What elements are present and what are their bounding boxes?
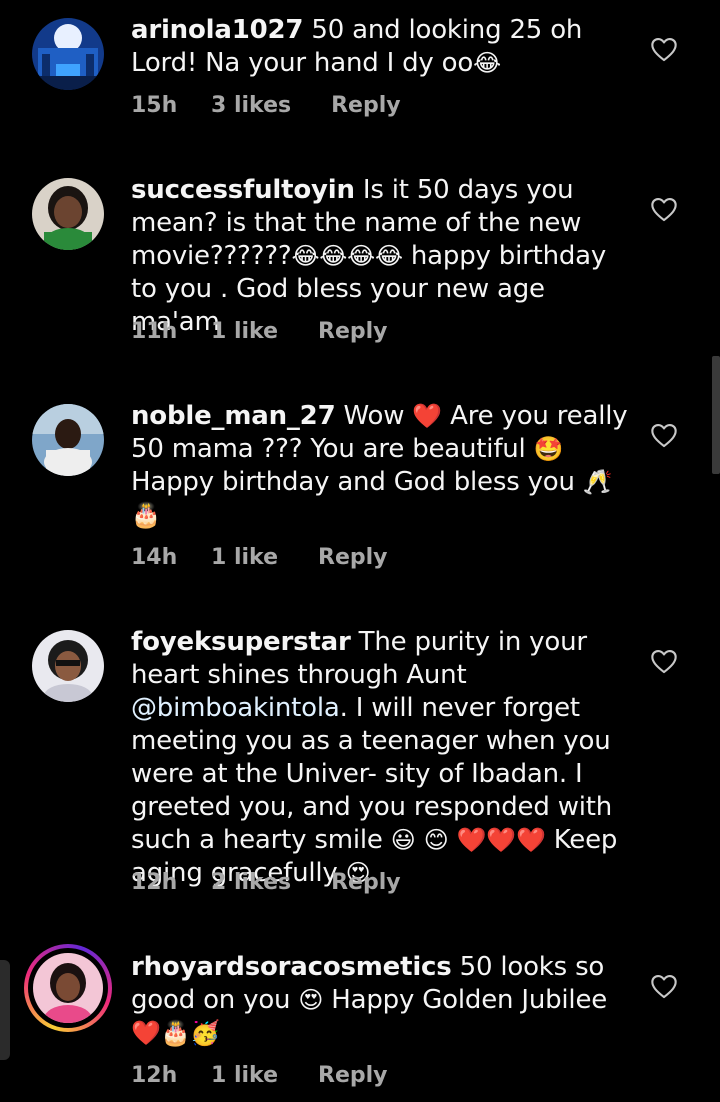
comment-meta: 12h 2 likes Reply [131,870,401,895]
reply-button[interactable]: Reply [318,1063,388,1088]
comment-body-continued: Happy Golden Jubilee [331,985,608,1015]
comment-body: Wow [343,401,405,431]
comment-text: noble_man_27 Wow ❤️ Are you really 50 ma… [131,400,631,532]
emoji-red-hearts: ❤️❤️❤️ [456,826,546,854]
heart-outline-icon[interactable] [650,648,678,674]
comment-meta: 15h 3 likes Reply [131,93,401,118]
comment-body-continued: Happy birthday and God bless you [131,467,575,497]
avatar-story-ring[interactable] [24,944,112,1032]
reply-button[interactable]: Reply [318,545,388,570]
emoji-red-heart: ❤️ [412,402,443,430]
heart-outline-icon[interactable] [650,36,678,62]
comment-text: foyeksuperstar The purity in your heart … [131,626,631,890]
emoji-heart-cake-party: ❤️🎂🥳 [131,1019,221,1047]
comment-text: rhoyardsoracosmetics 50 looks so good on… [131,951,631,1050]
emoji-star-struck: 🤩 [533,435,564,463]
reply-button[interactable]: Reply [318,319,388,344]
avatar[interactable] [32,404,104,476]
comment-meta: 12h 1 like Reply [131,1063,388,1088]
comment-likes[interactable]: 1 like [211,319,278,344]
edge-panel-handle[interactable] [0,960,10,1060]
avatar[interactable] [32,18,104,90]
comment-time: 12h [131,1063,178,1088]
heart-outline-icon[interactable] [650,196,678,222]
avatar-image [32,404,104,476]
emoji-grinning: 😃 [390,826,416,854]
emoji-laughing: 😂 [473,49,501,77]
comment-username[interactable]: arinola1027 [131,15,303,45]
comment-meta: 11h 1 like Reply [131,319,388,344]
avatar[interactable] [32,630,104,702]
emoji-heart-eyes: 😍 [298,986,324,1014]
heart-outline-icon[interactable] [650,422,678,448]
comment-likes[interactable]: 1 like [211,545,278,570]
avatar[interactable] [32,178,104,250]
comment-username[interactable]: rhoyardsoracosmetics [131,952,452,982]
avatar-image [32,178,104,250]
comment-meta: 14h 1 like Reply [131,545,388,570]
scrollbar[interactable] [712,356,720,474]
comment-time: 14h [131,545,178,570]
comment-time: 11h [131,319,178,344]
mention-link[interactable]: @bimboakintola [131,693,340,723]
comment-text: successfultoyin Is it 50 days you mean? … [131,174,631,339]
avatar-image [32,630,104,702]
emoji-smiling: 😊 [423,826,449,854]
heart-outline-icon[interactable] [650,973,678,999]
emoji-clinking-glasses: 🥂 [582,468,613,496]
emoji-laughing-row: 😂😂😂😂 [291,242,403,270]
emoji-birthday-cake: 🎂 [131,501,161,529]
comment-time: 12h [131,870,178,895]
comment-username[interactable]: foyeksuperstar [131,627,351,657]
comment-likes[interactable]: 2 likes [211,870,291,895]
reply-button[interactable]: Reply [331,870,401,895]
reply-button[interactable]: Reply [331,93,401,118]
comment-text: arinola1027 50 and looking 25 oh Lord! N… [131,14,631,80]
avatar-image [33,953,103,1023]
avatar [33,953,103,1023]
avatar-image [32,18,104,90]
comment-username[interactable]: successfultoyin [131,175,355,205]
comment-time: 15h [131,93,178,118]
comment-likes[interactable]: 1 like [211,1063,278,1088]
comment-likes[interactable]: 3 likes [211,93,291,118]
comment-username[interactable]: noble_man_27 [131,401,336,431]
